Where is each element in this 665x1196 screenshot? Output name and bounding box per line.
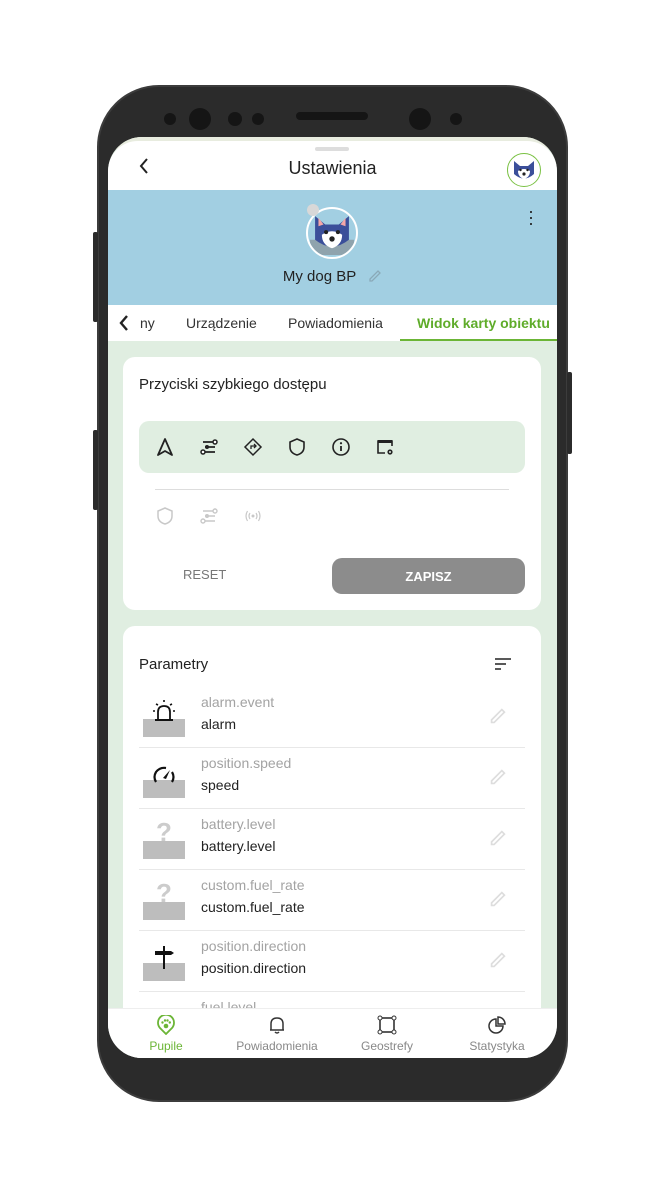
- app-screen: Ustawienia My dog BP · · · ny Urządzenie P…: [108, 137, 557, 1058]
- tab-bar: ny Urządzenie Powiadomienia Widok karty …: [108, 305, 557, 341]
- nav-geostrefy[interactable]: Geostrefy: [332, 1015, 442, 1053]
- pencil-icon[interactable]: [489, 768, 507, 786]
- pencil-icon[interactable]: [489, 951, 507, 969]
- shield-icon[interactable]: [287, 437, 307, 457]
- parameter-row[interactable]: position.direction position.direction: [139, 931, 525, 992]
- siren-icon: [143, 699, 185, 737]
- power-button: [567, 372, 572, 454]
- divider: [155, 489, 509, 490]
- pencil-icon[interactable]: [489, 829, 507, 847]
- nav-label: Geostrefy: [360, 1039, 414, 1053]
- parameter-key: position.speed: [201, 755, 292, 771]
- dog-avatar-icon: [310, 216, 354, 255]
- nav-label: Powiadomienia: [236, 1039, 318, 1053]
- save-button[interactable]: ZAPISZ: [332, 558, 525, 594]
- card-title: Przyciski szybkiego dostępu: [139, 376, 327, 393]
- nav-powiadomienia[interactable]: Powiadomienia: [222, 1015, 332, 1053]
- sensor: [164, 113, 176, 125]
- parameter-label: alarm: [201, 716, 237, 732]
- route-icon[interactable]: [199, 506, 219, 526]
- parameters-card: Parametry alarm.event alarm position.spe…: [123, 626, 541, 1058]
- volume-button: [93, 430, 98, 510]
- camera: [409, 108, 431, 130]
- tab-urzadzenie[interactable]: Urządzenie: [186, 315, 257, 331]
- card-title: Parametry: [139, 656, 209, 673]
- parameter-label: battery.level: [201, 838, 276, 854]
- speedometer-icon: [143, 760, 185, 798]
- shield-icon[interactable]: [155, 506, 175, 526]
- nav-label: Pupile: [149, 1039, 183, 1053]
- parameter-key: position.direction: [201, 938, 307, 954]
- app-header: Ustawienia: [108, 141, 557, 190]
- parameter-label: speed: [201, 777, 240, 793]
- parameter-key: battery.level: [201, 816, 276, 832]
- selected-quick-actions: [139, 421, 525, 473]
- drag-handle[interactable]: [315, 147, 349, 151]
- active-tab-indicator: [400, 339, 557, 341]
- pencil-icon[interactable]: [489, 890, 507, 908]
- bottom-nav: Pupile Powiadomienia Geostrefy Statystyk…: [108, 1008, 557, 1058]
- sort-icon[interactable]: [495, 658, 511, 670]
- directions-icon[interactable]: [243, 437, 263, 457]
- question-icon: ?: [143, 817, 185, 859]
- nav-pupile[interactable]: Pupile: [111, 1015, 221, 1053]
- pet-name: My dog BP: [282, 268, 356, 285]
- bell-icon: [270, 1017, 284, 1034]
- parameter-label: custom.fuel_rate: [201, 899, 305, 915]
- navigation-icon[interactable]: [155, 437, 175, 457]
- profile-banner: My dog BP · · ·: [108, 190, 557, 305]
- camera: [189, 108, 211, 130]
- parameter-row[interactable]: ? battery.level battery.level: [139, 809, 525, 870]
- polygon-icon: [377, 1015, 397, 1035]
- more-vert-icon[interactable]: · · ·: [527, 202, 535, 232]
- parameter-row[interactable]: ? custom.fuel_rate custom.fuel_rate: [139, 870, 525, 931]
- sensor: [228, 112, 242, 126]
- broadcast-icon[interactable]: [243, 506, 263, 526]
- user-avatar[interactable]: [507, 153, 541, 187]
- route-icon[interactable]: [199, 437, 219, 457]
- nav-label: Statystyka: [469, 1039, 525, 1053]
- window-settings-icon[interactable]: [375, 437, 395, 457]
- dog-avatar-icon: [514, 161, 534, 179]
- tab-powiadomienia[interactable]: Powiadomienia: [288, 315, 383, 331]
- volume-button: [93, 232, 98, 322]
- parameter-row[interactable]: position.speed speed: [139, 748, 525, 809]
- quick-access-card: Przyciski szybkiego dostępu RESET ZAPISZ: [123, 357, 541, 610]
- parameter-row[interactable]: alarm.event alarm: [139, 687, 525, 748]
- question-icon: ?: [143, 878, 185, 920]
- page-title: Ustawienia: [288, 158, 377, 178]
- nav-statystyka[interactable]: Statystyka: [442, 1015, 552, 1053]
- parameter-label: position.direction: [201, 960, 307, 976]
- status-dot: [307, 204, 319, 216]
- signpost-icon: [143, 943, 185, 981]
- sensor: [450, 113, 462, 125]
- speaker: [296, 112, 368, 120]
- paw-pin-icon: [157, 1015, 175, 1035]
- chevron-left-icon[interactable]: [118, 315, 130, 331]
- parameter-key: alarm.event: [201, 694, 275, 710]
- reset-button[interactable]: RESET: [183, 567, 226, 582]
- info-icon[interactable]: [331, 437, 351, 457]
- parameter-key: custom.fuel_rate: [201, 877, 305, 893]
- pencil-icon[interactable]: [489, 707, 507, 725]
- sensor: [252, 113, 264, 125]
- pencil-icon[interactable]: [368, 269, 382, 283]
- tab-ogolny[interactable]: ny: [140, 315, 155, 331]
- pie-chart-icon: [488, 1016, 506, 1034]
- tab-widok-karty-obiektu[interactable]: Widok karty obiektu: [417, 315, 550, 331]
